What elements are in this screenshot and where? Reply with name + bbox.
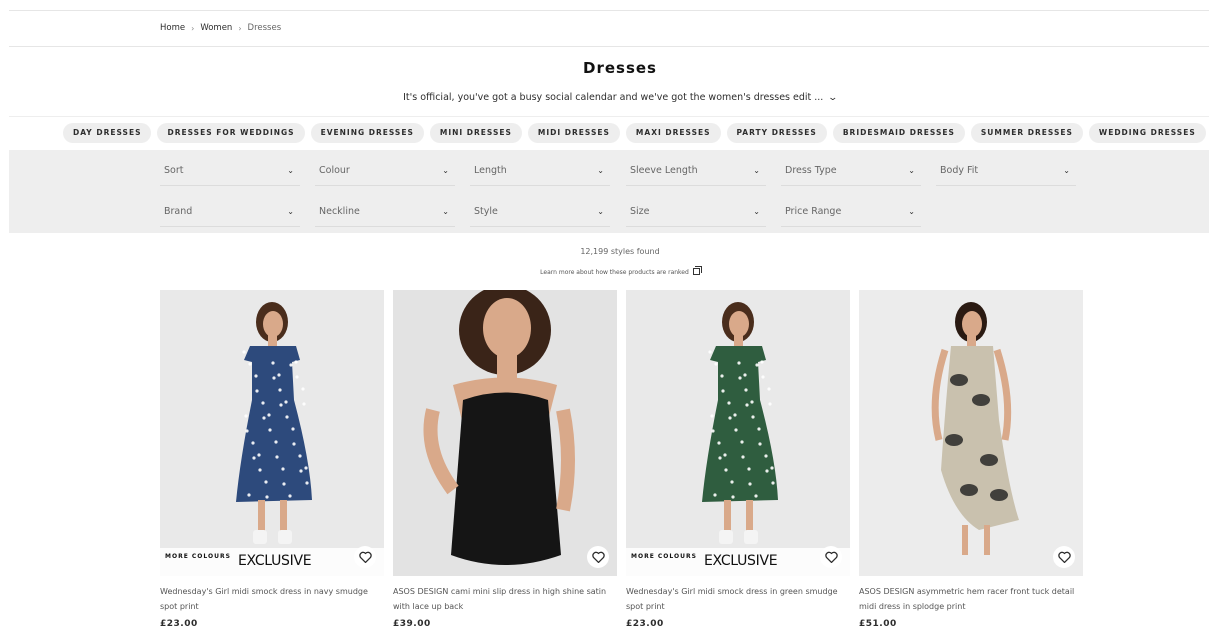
filter-label: Price Range	[785, 206, 842, 217]
category-chip-wedding-dresses[interactable]: WEDDING DRESSES	[1088, 123, 1206, 143]
product-grid: MORE COLOURS EXCLUSIVE Wednesday's Girl mi…	[160, 290, 1083, 629]
product-card[interactable]: MORE COLOURS EXCLUSIVE Wednesday's Girl mi…	[626, 290, 850, 629]
product-card[interactable]: ASOS DESIGN cami mini slip dress in high…	[393, 290, 617, 629]
filter-sort-dropdown[interactable]: Sort	[160, 156, 300, 186]
category-chip-maxi-dresses[interactable]: MAXI DRESSES	[625, 123, 721, 143]
product-title[interactable]: Wednesday's Girl midi smock dress in gre…	[626, 584, 850, 614]
filter-label: Body Fit	[940, 165, 979, 176]
chevron-down-icon	[597, 156, 604, 186]
product-image[interactable]	[859, 290, 1083, 576]
ranking-info-text[interactable]: Learn more about how these products are …	[540, 269, 689, 276]
product-price: £39.00	[393, 619, 431, 629]
product-title[interactable]: Wednesday's Girl midi smock dress in nav…	[160, 584, 384, 614]
category-chip-bridesmaid-dresses[interactable]: BRIDESMAID DRESSES	[832, 123, 965, 143]
product-title[interactable]: ASOS DESIGN asymmetric hem racer front t…	[859, 584, 1083, 614]
heart-icon	[1057, 551, 1071, 563]
product-price: £23.00	[160, 619, 198, 629]
product-price: £23.00	[626, 619, 664, 629]
heart-icon	[591, 551, 605, 563]
filter-length-dropdown[interactable]: Length	[470, 156, 610, 186]
more-colours-badge: MORE COLOURS	[631, 553, 697, 560]
breadcrumb-home[interactable]: Home	[160, 23, 185, 33]
category-chip-mini-dresses[interactable]: MINI DRESSES	[429, 123, 522, 143]
category-chip-party-dresses[interactable]: PARTY DRESSES	[726, 123, 827, 143]
intro-text: It's official, you've got a busy social …	[403, 92, 824, 103]
category-intro[interactable]: It's official, you've got a busy social …	[0, 92, 1209, 103]
chevron-down-icon	[287, 197, 294, 227]
product-image[interactable]: MORE COLOURS EXCLUSIVE	[160, 290, 384, 576]
chevron-down-icon	[753, 197, 760, 227]
breadcrumb-divider	[9, 46, 1209, 47]
save-for-later-button[interactable]	[820, 546, 842, 568]
filter-label: Brand	[164, 206, 193, 217]
results-count: 12,199 styles found	[580, 247, 660, 256]
filter-label: Dress Type	[785, 165, 837, 176]
ranking-info-link[interactable]: Learn more about how these products are …	[0, 266, 1209, 276]
save-for-later-button[interactable]	[354, 546, 376, 568]
product-image[interactable]: MORE COLOURS EXCLUSIVE	[626, 290, 850, 576]
exclusive-badge: EXCLUSIVE	[238, 553, 312, 569]
top-divider	[9, 10, 1209, 11]
exclusive-badge: EXCLUSIVE	[704, 553, 778, 569]
external-link-icon[interactable]	[692, 266, 702, 275]
filter-label: Sleeve Length	[630, 165, 698, 176]
product-image-drawing	[160, 290, 384, 576]
product-image-drawing	[626, 290, 850, 576]
breadcrumb-women[interactable]: Women	[200, 23, 232, 33]
filter-body-fit-dropdown[interactable]: Body Fit	[936, 156, 1076, 186]
product-price: £51.00	[859, 619, 897, 629]
breadcrumb-separator: ›	[238, 23, 242, 33]
category-chips: DAY DRESSES DRESSES FOR WEDDINGS EVENING D…	[63, 123, 1206, 143]
filter-price-range-dropdown[interactable]: Price Range	[781, 197, 921, 227]
save-for-later-button[interactable]	[1053, 546, 1075, 568]
more-colours-badge: MORE COLOURS	[165, 553, 231, 560]
page-title: Dresses	[583, 59, 657, 77]
product-card[interactable]: MORE COLOURS EXCLUSIVE Wednesday's Girl mi…	[160, 290, 384, 629]
category-chip-midi-dresses[interactable]: MIDI DRESSES	[527, 123, 620, 143]
filter-dress-type-dropdown[interactable]: Dress Type	[781, 156, 921, 186]
filter-label: Length	[474, 165, 507, 176]
category-chip-evening-dresses[interactable]: EVENING DRESSES	[310, 123, 424, 143]
filter-colour-dropdown[interactable]: Colour	[315, 156, 455, 186]
chevron-down-icon	[597, 197, 604, 227]
save-for-later-button[interactable]	[587, 546, 609, 568]
category-chip-day-dresses[interactable]: DAY DRESSES	[63, 123, 152, 143]
filter-label: Neckline	[319, 206, 360, 217]
product-image-drawing	[859, 290, 1083, 576]
filter-label: Sort	[164, 165, 184, 176]
chevron-down-icon	[1063, 156, 1070, 186]
product-image[interactable]	[393, 290, 617, 576]
product-image-drawing	[393, 290, 617, 576]
filter-neckline-dropdown[interactable]: Neckline	[315, 197, 455, 227]
filter-label: Size	[630, 206, 650, 217]
breadcrumb-current: Dresses	[247, 23, 282, 33]
filter-label: Style	[474, 206, 498, 217]
filter-panel: Sort Colour Length Sleeve Length Dress Type B…	[9, 150, 1209, 233]
filter-label: Colour	[319, 165, 350, 176]
category-chip-summer-dresses[interactable]: SUMMER DRESSES	[970, 123, 1083, 143]
breadcrumb: Home › Women › Dresses	[160, 23, 281, 33]
chevron-down-icon	[908, 197, 915, 227]
filter-sleeve-length-dropdown[interactable]: Sleeve Length	[626, 156, 766, 186]
chevron-down-icon[interactable]: ⌄	[828, 93, 839, 103]
chevron-down-icon	[753, 156, 760, 186]
heart-icon	[824, 551, 838, 563]
filter-size-dropdown[interactable]: Size	[626, 197, 766, 227]
category-chips-bar: DAY DRESSES DRESSES FOR WEDDINGS EVENING D…	[9, 116, 1209, 150]
heart-icon	[358, 551, 372, 563]
filter-brand-dropdown[interactable]: Brand	[160, 197, 300, 227]
chevron-down-icon	[442, 197, 449, 227]
chevron-down-icon	[287, 156, 294, 186]
chevron-down-icon	[908, 156, 915, 186]
chevron-down-icon	[442, 156, 449, 186]
breadcrumb-separator: ›	[191, 23, 195, 33]
product-title[interactable]: ASOS DESIGN cami mini slip dress in high…	[393, 584, 617, 614]
product-card[interactable]: ASOS DESIGN asymmetric hem racer front t…	[859, 290, 1083, 629]
filter-style-dropdown[interactable]: Style	[470, 197, 610, 227]
category-chip-dresses-for-weddings[interactable]: DRESSES FOR WEDDINGS	[157, 123, 305, 143]
